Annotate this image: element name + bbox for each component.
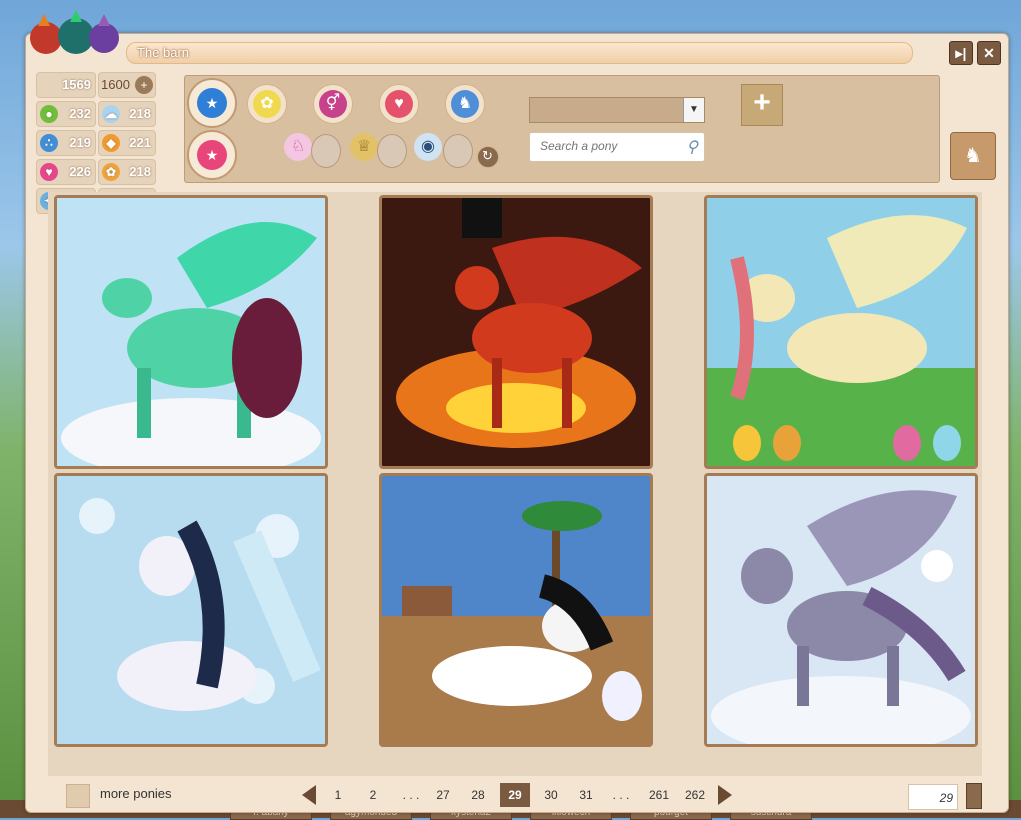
paw-icon: ✿	[102, 163, 120, 181]
pony-grid	[48, 192, 982, 776]
page-number-field	[908, 784, 958, 810]
sort-dropdown[interactable]: ▼	[529, 97, 705, 123]
stat-value: 226	[69, 164, 91, 179]
stat-value: 219	[69, 135, 91, 150]
search-box: ⚲	[529, 132, 705, 162]
stat-secondary: 1600 +	[98, 72, 156, 98]
filter-gender[interactable]: ⚥	[313, 84, 353, 124]
pony-image	[57, 476, 325, 744]
gender-icon: ⚥	[319, 90, 347, 118]
unicorn-icon: ♘	[284, 133, 312, 161]
next-page-icon[interactable]	[718, 785, 732, 805]
page-link-current[interactable]: 29	[500, 783, 530, 807]
more-ponies-label: more ponies	[100, 786, 172, 801]
folder-star-icon: ★	[197, 88, 227, 118]
window-title: The barn	[137, 45, 190, 60]
pagination-footer: more ponies 1 2 . . . 27 28 29 30 31 . .…	[26, 778, 1008, 812]
add-pony-button[interactable]: +	[741, 84, 783, 126]
stat-value: 221	[129, 135, 151, 150]
page-link[interactable]: 31	[573, 783, 599, 807]
stat-item: ● 232	[36, 101, 96, 127]
page-link[interactable]: 27	[430, 783, 456, 807]
prev-page-icon[interactable]	[302, 785, 316, 805]
pony-image	[57, 198, 325, 466]
search-input[interactable]	[538, 138, 672, 154]
pony-card[interactable]	[379, 473, 653, 747]
pony-card[interactable]	[704, 195, 978, 469]
heart-ring-icon: ♥	[385, 90, 413, 118]
eye-icon: ◉	[414, 133, 442, 161]
heart-icon: ♥	[40, 163, 58, 181]
trophy-drop-slot[interactable]	[377, 134, 407, 168]
pony-image	[707, 198, 975, 466]
move-pony-folder-button[interactable]: ♞	[950, 132, 996, 180]
page-ellipsis: . . .	[402, 788, 420, 802]
close-button[interactable]: ✕	[977, 41, 1001, 65]
filter-eye[interactable]: ◉	[409, 128, 447, 166]
filter-race[interactable]: ♞	[445, 84, 485, 124]
pony-card[interactable]	[704, 473, 978, 747]
stat-item: ♥ 226	[36, 159, 96, 185]
pony-image	[382, 476, 650, 744]
stat-primary-value: 1569	[62, 77, 91, 92]
page-link[interactable]: 2	[361, 783, 385, 807]
eye-drop-slot[interactable]	[443, 134, 473, 168]
pony-head-icon: ♞	[451, 90, 479, 118]
title-bar: The barn	[126, 42, 913, 64]
folder-tab-button[interactable]: ★	[187, 78, 237, 128]
star-badge-icon: ★	[197, 140, 227, 170]
filter-love[interactable]: ♥	[379, 84, 419, 124]
pony-card[interactable]	[54, 473, 328, 747]
filter-all-species[interactable]: ✿	[247, 84, 287, 124]
page-ellipsis: . . .	[612, 788, 630, 802]
game-logo	[30, 10, 119, 54]
stat-value: 232	[69, 106, 91, 121]
page-link[interactable]: 262	[680, 783, 710, 807]
add-currency-icon[interactable]: +	[135, 76, 153, 94]
stat-value: 218	[129, 164, 151, 179]
stat-secondary-value: 1600	[101, 77, 130, 92]
water-drops-icon: ∴	[40, 134, 58, 152]
go-to-page-button[interactable]	[966, 783, 982, 809]
page-link[interactable]: 28	[465, 783, 491, 807]
more-ponies-checkbox[interactable]	[66, 784, 90, 808]
chevron-down-icon[interactable]: ▼	[683, 98, 704, 122]
page-link[interactable]: 30	[538, 783, 564, 807]
page-link[interactable]: 1	[326, 783, 350, 807]
cloud-icon: ☁	[102, 105, 120, 123]
folder-pony-icon: ♞	[964, 145, 982, 167]
stat-item: ✿ 218	[98, 159, 156, 185]
page-number-input[interactable]	[909, 790, 955, 806]
stat-item: ∴ 219	[36, 130, 96, 156]
refresh-icon: ↻	[482, 148, 493, 163]
filter-toolbar: ★ ★ ✿ ⚥ ♥ ♞ ♘ ♕ ◉ ↻ ▼ Search a pony ⚲ +	[184, 75, 940, 183]
unicorn-drop-slot[interactable]	[311, 134, 341, 168]
pony-image	[707, 476, 975, 744]
pony-group-icon: ✿	[253, 90, 281, 118]
minimize-button[interactable]: ▸|	[949, 41, 973, 65]
stat-primary: 1569	[36, 72, 96, 98]
stamina-icon: ◆	[102, 134, 120, 152]
reset-filters-button[interactable]: ↻	[477, 146, 499, 168]
pony-card[interactable]	[379, 195, 653, 469]
stat-value: 218	[129, 106, 151, 121]
pony-image	[382, 198, 650, 466]
trophy-icon: ♕	[350, 133, 378, 161]
page-link[interactable]: 261	[644, 783, 674, 807]
barn-window: The barn ▸| ✕ 1569 1600 + ● 232 ☁ 218 ∴ …	[25, 10, 1009, 813]
apple-icon: ●	[40, 105, 58, 123]
search-icon[interactable]: ⚲	[686, 137, 698, 157]
pony-card[interactable]	[54, 195, 328, 469]
favorites-tab-button[interactable]: ★	[187, 130, 237, 180]
stat-item: ◆ 221	[98, 130, 156, 156]
stat-item: ☁ 218	[98, 101, 156, 127]
